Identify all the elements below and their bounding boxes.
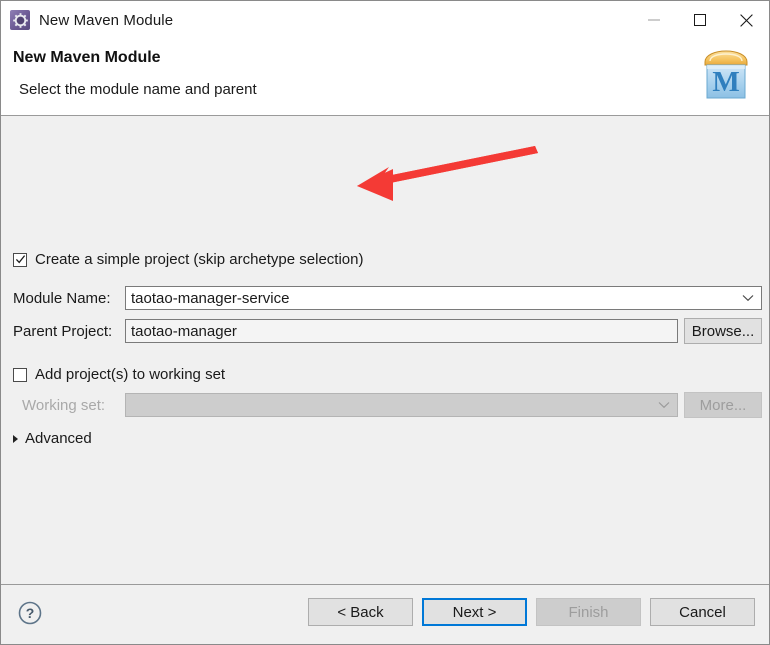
parent-project-value: taotao-manager <box>131 322 237 340</box>
svg-text:M: M <box>712 66 739 98</box>
wizard-header: New Maven Module Select the module name … <box>1 39 769 116</box>
help-icon[interactable]: ? <box>17 600 43 626</box>
add-working-set-label: Add project(s) to working set <box>35 366 226 383</box>
svg-text:?: ? <box>26 605 35 621</box>
module-name-value: taotao-manager-service <box>131 289 290 307</box>
parent-project-label: Parent Project: <box>13 323 113 340</box>
maven-box-icon: M <box>699 45 755 103</box>
simple-project-checkbox-row[interactable]: Create a simple project (skip archetype … <box>13 251 363 268</box>
minimize-icon[interactable] <box>631 1 677 39</box>
next-button[interactable]: Next > <box>422 598 527 626</box>
back-button[interactable]: < Back <box>308 598 413 626</box>
chevron-down-icon[interactable] <box>742 287 754 309</box>
chevron-right-icon <box>13 434 18 443</box>
add-working-set-checkbox[interactable] <box>13 367 27 382</box>
footer-button-group: < Back Next > Finish Cancel <box>299 598 755 626</box>
simple-project-checkbox[interactable] <box>13 252 27 267</box>
simple-project-label: Create a simple project (skip archetype … <box>35 251 364 268</box>
more-button: More... <box>684 392 762 418</box>
dialog-footer: ? < Back Next > Finish Cancel <box>1 585 769 643</box>
add-working-set-checkbox-row[interactable]: Add project(s) to working set <box>13 366 225 383</box>
advanced-label: Advanced <box>25 430 92 447</box>
new-maven-module-dialog: New Maven Module New Maven Module Select… <box>0 0 770 645</box>
window-title: New Maven Module <box>39 11 174 29</box>
parent-project-input[interactable]: taotao-manager <box>125 319 678 343</box>
chevron-down-icon-disabled <box>658 394 670 416</box>
cancel-button[interactable]: Cancel <box>650 598 755 626</box>
finish-button: Finish <box>536 598 641 626</box>
working-set-combo <box>125 393 678 417</box>
page-subtitle: Select the module name and parent <box>19 81 257 98</box>
maximize-icon[interactable] <box>677 1 723 39</box>
window-controls <box>631 1 769 39</box>
module-name-label: Module Name: <box>13 290 111 307</box>
maven-gear-icon <box>10 10 30 30</box>
close-icon[interactable] <box>723 1 769 39</box>
browse-button[interactable]: Browse... <box>684 318 762 344</box>
page-title: New Maven Module <box>13 49 161 66</box>
module-name-input[interactable]: taotao-manager-service <box>125 286 762 310</box>
dialog-body: Create a simple project (skip archetype … <box>1 116 769 585</box>
working-set-label: Working set: <box>22 397 106 414</box>
title-bar: New Maven Module <box>1 1 769 39</box>
advanced-section-toggle[interactable]: Advanced <box>13 430 92 447</box>
